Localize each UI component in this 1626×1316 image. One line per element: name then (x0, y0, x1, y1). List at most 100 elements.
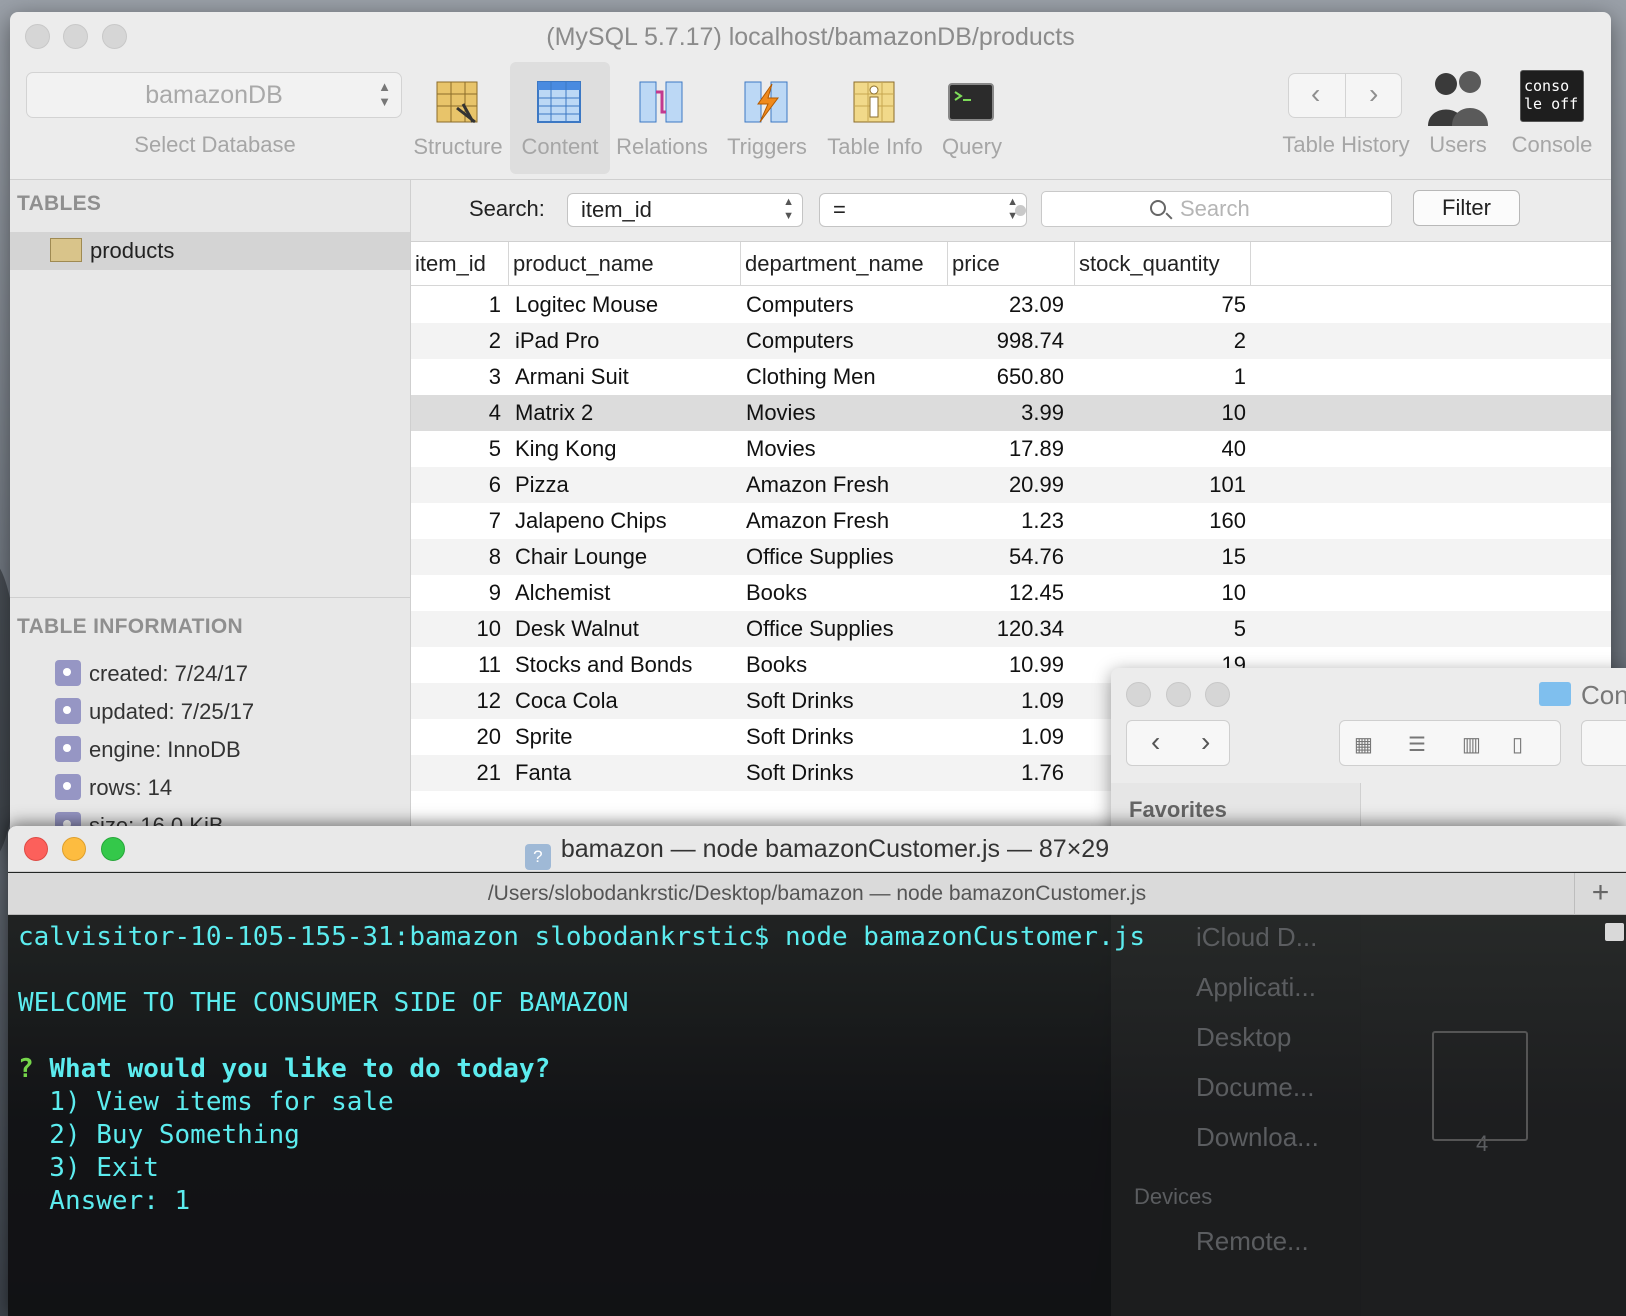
toolbar-table-info-button[interactable]: Table Info (825, 62, 925, 174)
scroll-indicator[interactable] (1605, 923, 1624, 941)
cell-price[interactable]: 20.99 (951, 467, 1064, 503)
cell-product-name[interactable]: Logitec Mouse (515, 287, 735, 323)
cell-department[interactable]: Soft Drinks (746, 683, 946, 719)
icon-view-icon[interactable]: ▦ (1354, 732, 1373, 757)
cell-stock[interactable]: 75 (1076, 287, 1246, 323)
toolbar-relations-button[interactable]: Relations (612, 62, 712, 174)
cell-stock[interactable]: 10 (1076, 575, 1246, 611)
cell-product-name[interactable]: Matrix 2 (515, 395, 735, 431)
cell-product-name[interactable]: Stocks and Bonds (515, 647, 735, 683)
toolbar-triggers-button[interactable]: Triggers (717, 62, 817, 174)
cell-item-id[interactable]: 4 (411, 395, 501, 431)
search-input[interactable]: Search (1041, 191, 1392, 227)
cell-price[interactable]: 650.80 (951, 359, 1064, 395)
search-field-select[interactable]: item_id ▲ ▼ (567, 193, 803, 227)
view-mode-buttons[interactable]: ▦ ☰ ▥ ▯ (1339, 720, 1561, 766)
cell-department[interactable]: Office Supplies (746, 539, 946, 575)
cell-price[interactable]: 54.76 (951, 539, 1064, 575)
minimize-button[interactable] (62, 837, 86, 861)
column-header[interactable]: stock_quantity (1075, 242, 1251, 286)
column-view-icon[interactable]: ▥ (1462, 732, 1481, 757)
cell-stock[interactable]: 15 (1076, 539, 1246, 575)
chevron-right-icon[interactable]: › (1369, 78, 1378, 110)
terminal-answer-line[interactable]: Answer: 1 (18, 1186, 190, 1216)
cell-stock[interactable]: 160 (1076, 503, 1246, 539)
cell-stock[interactable]: 10 (1076, 395, 1246, 431)
cell-department[interactable]: Movies (746, 395, 946, 431)
column-header[interactable]: department_name (741, 242, 948, 286)
table-history-buttons[interactable]: ‹ › (1288, 73, 1402, 118)
cell-stock[interactable]: 1 (1076, 359, 1246, 395)
cell-department[interactable]: Computers (746, 323, 946, 359)
cell-department[interactable]: Office Supplies (746, 611, 946, 647)
terminal-tab[interactable]: /Users/slobodankrstic/Desktop/bamazon — … (8, 873, 1626, 915)
cell-price[interactable]: 23.09 (951, 287, 1064, 323)
cell-product-name[interactable]: Coca Cola (515, 683, 735, 719)
cell-department[interactable]: Computers (746, 287, 946, 323)
toolbar-structure-button[interactable]: Structure (408, 62, 508, 174)
close-button[interactable] (24, 837, 48, 861)
table-row[interactable]: 1 Logitec Mouse Computers 23.09 75 (411, 287, 1611, 323)
table-row[interactable]: 2 iPad Pro Computers 998.74 2 (411, 323, 1611, 359)
table-row[interactable]: 9 Alchemist Books 12.45 10 (411, 575, 1611, 611)
cell-item-id[interactable]: 2 (411, 323, 501, 359)
table-row[interactable]: 8 Chair Lounge Office Supplies 54.76 15 (411, 539, 1611, 575)
cell-item-id[interactable]: 20 (411, 719, 501, 755)
cell-item-id[interactable]: 12 (411, 683, 501, 719)
cell-product-name[interactable]: Chair Lounge (515, 539, 735, 575)
cell-item-id[interactable]: 7 (411, 503, 501, 539)
finder-nav-buttons[interactable]: ‹ › (1126, 720, 1230, 766)
table-row[interactable]: 3 Armani Suit Clothing Men 650.80 1 (411, 359, 1611, 395)
cell-item-id[interactable]: 1 (411, 287, 501, 323)
column-header[interactable]: item_id (411, 242, 509, 286)
table-row[interactable]: 5 King Kong Movies 17.89 40 (411, 431, 1611, 467)
operator-select[interactable]: = ▲ ▼ (819, 193, 1027, 227)
cell-price[interactable]: 17.89 (951, 431, 1064, 467)
column-header[interactable]: product_name (509, 242, 741, 286)
zoom-button[interactable] (1205, 682, 1230, 707)
chevron-right-icon[interactable]: › (1201, 726, 1210, 758)
cell-product-name[interactable]: Fanta (515, 755, 735, 791)
database-select[interactable]: bamazonDB ▲ ▼ (26, 72, 402, 118)
cell-price[interactable]: 10.99 (951, 647, 1064, 683)
column-header[interactable]: price (948, 242, 1075, 286)
cell-department[interactable]: Books (746, 647, 946, 683)
cell-price[interactable]: 3.99 (951, 395, 1064, 431)
cell-price[interactable]: 1.76 (951, 755, 1064, 791)
cell-item-id[interactable]: 21 (411, 755, 501, 791)
cell-price[interactable]: 1.23 (951, 503, 1064, 539)
toolbar-content-button[interactable]: Content (510, 62, 610, 174)
cover-flow-icon[interactable]: ▯ (1512, 732, 1523, 757)
cell-stock[interactable]: 5 (1076, 611, 1246, 647)
cell-item-id[interactable]: 9 (411, 575, 501, 611)
cell-stock[interactable]: 40 (1076, 431, 1246, 467)
toolbar-query-button[interactable]: Query (922, 62, 1022, 174)
cell-price[interactable]: 1.09 (951, 719, 1064, 755)
zoom-button[interactable] (102, 24, 127, 49)
chevron-left-icon[interactable]: ‹ (1151, 726, 1160, 758)
cell-product-name[interactable]: King Kong (515, 431, 735, 467)
arrange-button[interactable] (1581, 720, 1626, 766)
cell-department[interactable]: Soft Drinks (746, 719, 946, 755)
cell-product-name[interactable]: Pizza (515, 467, 735, 503)
cell-stock[interactable]: 2 (1076, 323, 1246, 359)
cell-price[interactable]: 12.45 (951, 575, 1064, 611)
chevron-left-icon[interactable]: ‹ (1311, 78, 1320, 110)
close-button[interactable] (25, 24, 50, 49)
table-row-selected[interactable]: 4 Matrix 2 Movies 3.99 10 (411, 395, 1611, 431)
cell-price[interactable]: 998.74 (951, 323, 1064, 359)
cell-product-name[interactable]: Armani Suit (515, 359, 735, 395)
cell-product-name[interactable]: Sprite (515, 719, 735, 755)
cell-department[interactable]: Amazon Fresh (746, 467, 946, 503)
cell-department[interactable]: Books (746, 575, 946, 611)
cell-price[interactable]: 1.09 (951, 683, 1064, 719)
cell-department[interactable]: Clothing Men (746, 359, 946, 395)
list-view-icon[interactable]: ☰ (1408, 732, 1426, 757)
cell-product-name[interactable]: Jalapeno Chips (515, 503, 735, 539)
minimize-button[interactable] (63, 24, 88, 49)
new-tab-button[interactable]: + (1574, 873, 1626, 915)
filter-button[interactable]: Filter (1413, 190, 1520, 226)
cell-item-id[interactable]: 5 (411, 431, 501, 467)
zoom-button[interactable] (101, 837, 125, 861)
console-icon[interactable]: conso le off (1520, 70, 1584, 122)
